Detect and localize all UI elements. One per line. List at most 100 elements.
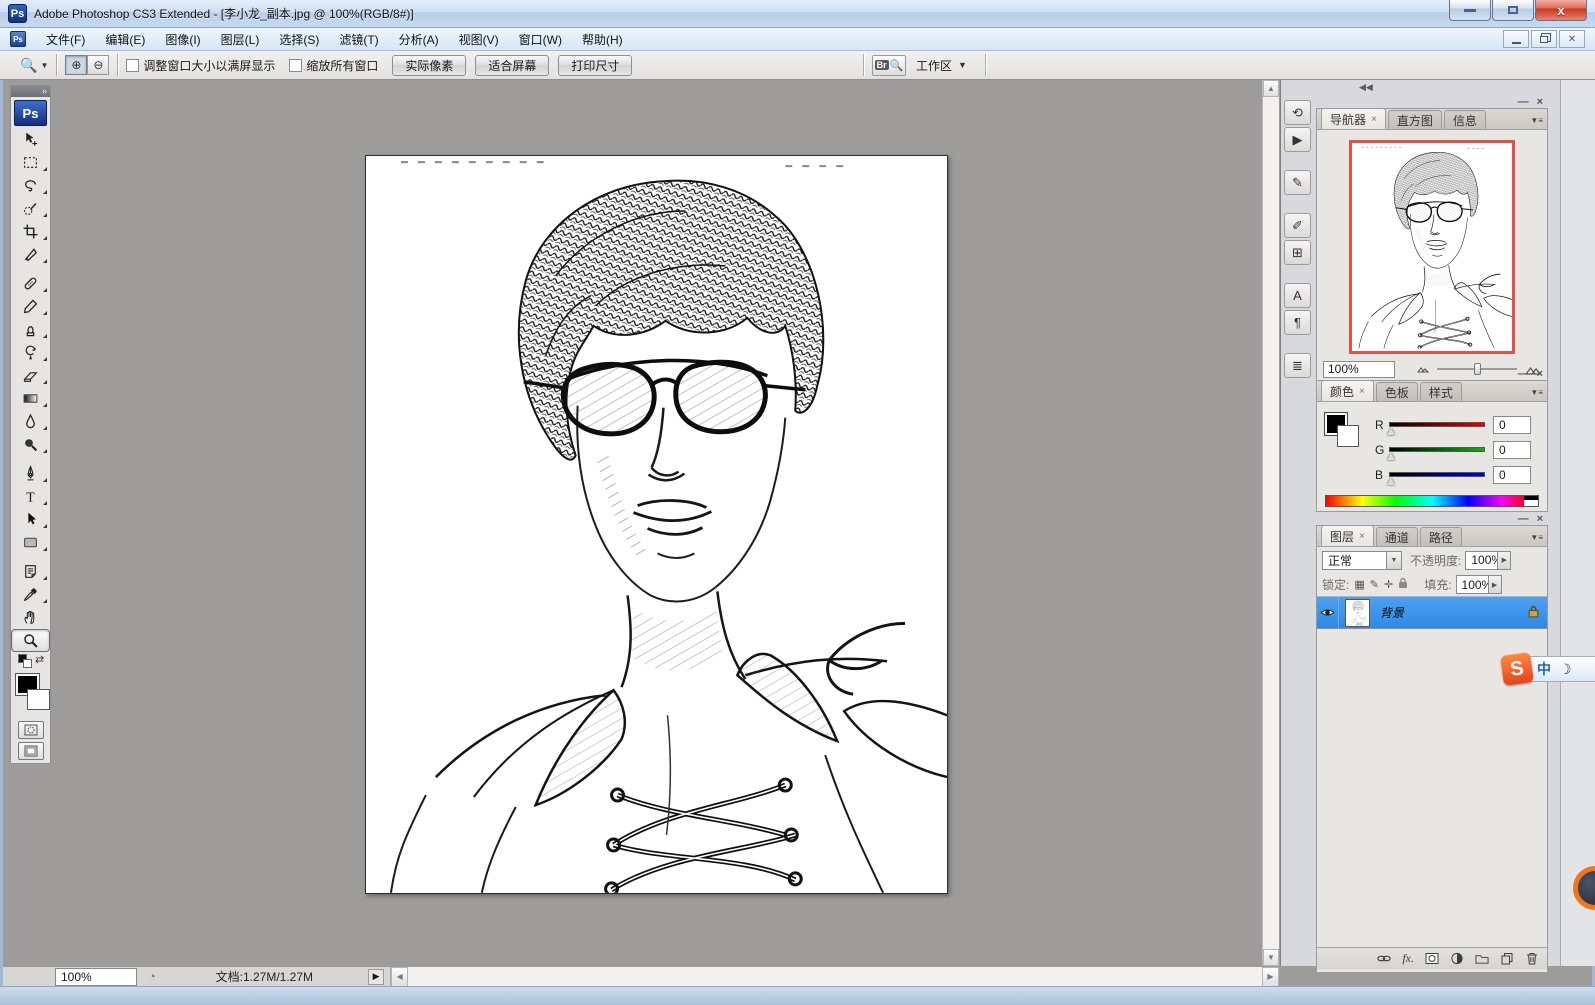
blue-slider[interactable] <box>1389 472 1485 477</box>
panel-minimize-icon[interactable]: — <box>1518 96 1529 108</box>
menu-image[interactable]: 图像(I) <box>155 29 210 50</box>
tab-close-icon[interactable]: × <box>1359 531 1365 542</box>
gradient-tool[interactable] <box>11 387 50 410</box>
lock-position-icon[interactable]: ✛ <box>1384 578 1393 591</box>
panel-menu-icon[interactable]: ▼≡ <box>1530 116 1543 125</box>
blue-value-field[interactable]: 0 <box>1493 466 1531 484</box>
tab-info[interactable]: 信息 <box>1444 110 1486 129</box>
status-flyout-button[interactable]: ▶ <box>368 969 384 985</box>
blur-tool[interactable] <box>11 410 50 433</box>
chevron-down-icon[interactable]: ▼ <box>1386 552 1401 569</box>
moon-icon[interactable]: ☽ <box>1559 661 1572 678</box>
new-layer-icon[interactable] <box>1500 952 1514 965</box>
doc-restore-button[interactable] <box>1531 30 1557 48</box>
path-selection-tool[interactable] <box>11 508 50 531</box>
scroll-down-icon[interactable]: ▼ <box>1263 949 1279 966</box>
slider-handle[interactable] <box>1474 363 1481 375</box>
vertical-scrollbar[interactable]: ▲ ▼ <box>1262 80 1279 966</box>
visibility-toggle[interactable] <box>1317 597 1339 629</box>
menu-analysis[interactable]: 分析(A) <box>389 29 449 50</box>
fill-field[interactable]: 100% ▶ <box>1456 575 1502 594</box>
screen-mode-button[interactable] <box>18 742 44 760</box>
panel-menu-icon[interactable]: ▼≡ <box>1530 388 1543 397</box>
slider-handle[interactable] <box>1387 478 1395 485</box>
chevron-right-icon[interactable]: ▶ <box>1497 552 1510 569</box>
layer-name[interactable]: 背景 <box>1380 604 1404 621</box>
blend-mode-select[interactable]: 正常 ▼ <box>1322 551 1402 570</box>
zoom-out-mountain-icon[interactable] <box>1417 365 1429 373</box>
zoom-all-checkbox[interactable] <box>289 59 302 72</box>
swap-colors-icon[interactable]: ⇄ <box>35 653 44 666</box>
status-zoom-field[interactable]: 100% <box>55 968 137 986</box>
opacity-field[interactable]: 100% ▶ <box>1465 551 1511 570</box>
tab-channels[interactable]: 通道 <box>1376 527 1418 546</box>
history-brush-tool[interactable] <box>11 341 50 364</box>
doc-close-button[interactable]: ✕ <box>1559 30 1585 48</box>
panel-close-icon[interactable]: × <box>1537 513 1543 525</box>
tab-styles[interactable]: 样式 <box>1420 382 1462 401</box>
navigator-zoom-slider[interactable] <box>1437 368 1517 370</box>
navigator-proxy-view[interactable] <box>1349 140 1515 354</box>
background-color-swatch[interactable] <box>1337 425 1359 447</box>
menu-view[interactable]: 视图(V) <box>449 29 509 50</box>
notes-tool[interactable] <box>11 560 50 583</box>
link-layers-icon[interactable] <box>1377 952 1391 965</box>
dodge-tool[interactable] <box>11 433 50 456</box>
menu-window[interactable]: 窗口(W) <box>509 29 572 50</box>
quick-mask-button[interactable] <box>18 721 44 739</box>
brush-tool[interactable] <box>11 295 50 318</box>
slider-handle[interactable] <box>1387 453 1395 460</box>
menu-edit[interactable]: 编辑(E) <box>95 29 155 50</box>
title-bar[interactable]: Ps Adobe Photoshop CS3 Extended - [李小龙_副… <box>0 0 1595 28</box>
tab-paths[interactable]: 路径 <box>1420 527 1462 546</box>
menu-layer[interactable]: 图层(L) <box>211 29 270 50</box>
workspace-dropdown[interactable]: 工作区 ▼ <box>906 57 977 74</box>
marquee-tool[interactable] <box>11 151 50 174</box>
red-value-field[interactable]: 0 <box>1493 416 1531 434</box>
layer-mask-icon[interactable] <box>1425 952 1439 965</box>
tab-close-icon[interactable]: × <box>1371 114 1377 125</box>
maximize-button[interactable] <box>1492 0 1534 21</box>
lock-all-icon[interactable] <box>1398 577 1408 592</box>
dock-expand-icon[interactable]: ◀◀ <box>1359 82 1373 93</box>
panel-close-icon[interactable]: × <box>1537 368 1543 380</box>
eyedropper-tool[interactable] <box>11 583 50 606</box>
menu-file[interactable]: 文件(F) <box>36 29 95 50</box>
default-colors-widget[interactable]: ⇄ <box>11 652 50 668</box>
menu-filter[interactable]: 滤镜(T) <box>329 29 388 50</box>
measurement-log-panel-button[interactable]: ≣ <box>1284 353 1311 378</box>
slice-tool[interactable] <box>11 243 50 266</box>
red-slider[interactable] <box>1389 422 1485 427</box>
tab-navigator[interactable]: 导航器 × <box>1321 108 1386 129</box>
actual-pixels-button[interactable]: 实际像素 <box>392 55 466 76</box>
scroll-right-icon[interactable]: ▶ <box>1262 967 1279 987</box>
print-size-button[interactable]: 打印尺寸 <box>558 55 632 76</box>
type-tool[interactable]: T <box>11 485 50 508</box>
clone-source-panel-button[interactable]: ✐ <box>1284 213 1311 238</box>
chevron-right-icon[interactable]: ▶ <box>1488 576 1501 593</box>
horizontal-scrollbar[interactable]: ◀ ▶ <box>390 967 1279 987</box>
delete-layer-icon[interactable] <box>1525 952 1539 965</box>
tab-close-icon[interactable]: × <box>1359 386 1365 397</box>
green-slider[interactable] <box>1389 447 1485 452</box>
tab-swatches[interactable]: 色板 <box>1376 382 1418 401</box>
panel-minimize-icon[interactable]: — <box>1518 513 1529 525</box>
sogou-logo-icon[interactable]: S <box>1500 652 1534 686</box>
panel-close-icon[interactable]: × <box>1537 96 1543 108</box>
lasso-tool[interactable] <box>11 174 50 197</box>
color-spectrum-ramp[interactable] <box>1325 495 1539 507</box>
resize-window-checkbox[interactable] <box>126 59 139 72</box>
scroll-up-icon[interactable]: ▲ <box>1263 80 1279 97</box>
brushes-panel-button[interactable]: ✎ <box>1284 170 1311 195</box>
document-canvas[interactable] <box>365 155 948 894</box>
background-color-swatch[interactable] <box>27 689 50 710</box>
new-group-icon[interactable] <box>1475 952 1489 965</box>
character-panel-button[interactable]: A <box>1284 283 1311 308</box>
fit-screen-button[interactable]: 适合屏幕 <box>475 55 549 76</box>
move-tool[interactable] <box>11 128 50 151</box>
close-button[interactable]: x <box>1535 0 1587 21</box>
adjustment-layer-icon[interactable] <box>1450 952 1464 965</box>
menu-select[interactable]: 选择(S) <box>269 29 329 50</box>
panel-minimize-icon[interactable]: — <box>1518 368 1529 380</box>
green-value-field[interactable]: 0 <box>1493 441 1531 459</box>
